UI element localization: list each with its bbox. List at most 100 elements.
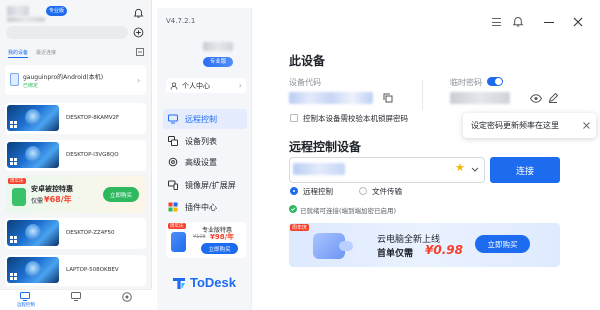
device-thumbnail — [7, 105, 59, 131]
divider — [422, 80, 423, 110]
pro-edition-icon — [171, 232, 186, 252]
nav-device-list[interactable]: 设备列表 — [163, 131, 247, 151]
todesk-logo-text: ToDesk — [190, 275, 236, 290]
phone-account-id-blurred — [7, 17, 45, 22]
device-name: DESKTOP-ZZ4F50 — [66, 230, 115, 236]
nav-mirror-screen-label: 镜像屏/扩展屏 — [185, 180, 236, 190]
banner-buy-button[interactable]: 立即购买 — [475, 235, 530, 253]
file-transfer-radio-label: 文件传输 — [372, 187, 402, 196]
menu-icon[interactable] — [492, 18, 501, 26]
eye-icon[interactable] — [530, 94, 542, 103]
sidebar-promo-tag: 周年庆 — [168, 223, 186, 229]
device-thumbnail — [7, 142, 59, 168]
sidebar-promo-price: ¥98/年 — [210, 233, 235, 241]
chevron-down-icon[interactable] — [471, 167, 479, 173]
phone-search-input[interactable] — [6, 26, 128, 39]
notification-bell-icon[interactable] — [512, 16, 524, 28]
remote-control-radio[interactable] — [290, 187, 298, 195]
device-thumbnail — [7, 257, 59, 283]
phone-tab-my-devices[interactable]: 我的设备 — [8, 49, 28, 56]
star-icon[interactable]: ★ — [455, 161, 465, 174]
device-card[interactable]: DESKTOP-I3VG8QO — [5, 140, 146, 171]
profile-tab-icon[interactable] — [122, 292, 132, 302]
remote-control-radio-label: 远程控制 — [303, 187, 333, 196]
status-ok-icon — [289, 205, 297, 213]
nav-mirror-screen[interactable]: 镜像屏/扩展屏 — [163, 175, 247, 195]
phone-tab-underline — [8, 57, 28, 58]
windows-icon — [10, 121, 17, 128]
connection-status-text: 已就绪可连接(端到端加密已启用) — [300, 207, 397, 215]
remote-control-tab-icon[interactable] — [20, 292, 30, 301]
nav-device-list-label: 设备列表 — [185, 136, 217, 146]
minimize-icon[interactable] — [544, 22, 554, 23]
device-thumbnail — [7, 220, 59, 246]
phone-account-name-blurred — [7, 6, 29, 16]
devices-tab-icon[interactable] — [71, 292, 81, 301]
password-tooltip: 设定密码更新频率在这里 — [463, 113, 596, 138]
android-card-chevron-icon: › — [137, 76, 141, 85]
device-code-label: 设备代码 — [289, 78, 321, 87]
banner-price-prefix: 首单仅需 — [377, 249, 414, 259]
edit-password-icon[interactable] — [548, 93, 558, 103]
remote-control-tab-label[interactable]: 远程控制 — [17, 302, 35, 308]
phone-tab-recent[interactable]: 最近连接 — [36, 49, 56, 56]
nav-plugin-center[interactable]: 插件中心 — [163, 197, 247, 217]
todesk-logo-icon — [173, 278, 185, 289]
phone-promo-price: ¥68/年 — [44, 195, 72, 204]
close-icon[interactable] — [573, 17, 583, 27]
sidebar-promo-old-price: ¥108 — [193, 234, 206, 240]
phone-device-icon — [10, 73, 19, 86]
device-list-icon — [168, 136, 178, 146]
phone-promo-tag: 周年庆 — [8, 178, 26, 184]
tooltip-close-icon[interactable] — [583, 122, 590, 129]
nav-advanced-settings[interactable]: 高级设置 — [163, 152, 247, 172]
account-name-blurred — [203, 42, 233, 51]
phone-promo-buy-button[interactable]: 立即购买 — [103, 187, 139, 202]
device-card[interactable]: DESKTOP-ZZ4F50 — [5, 218, 146, 249]
device-name: DESKTOP-8KAMV2F — [66, 115, 120, 121]
phone-bell-icon[interactable] — [133, 8, 144, 19]
copy-icon[interactable] — [383, 93, 393, 103]
android-device-name: gauguinpro的Android(本机) — [23, 74, 104, 81]
user-icon — [170, 81, 178, 90]
phone-add-icon[interactable] — [133, 27, 144, 38]
phone-filter-icon[interactable] — [135, 47, 145, 57]
phone-promo-card[interactable]: 周年庆 安卓被控特惠 仅需 ¥68/年 立即购买 — [5, 176, 146, 213]
cloud-pc-banner[interactable]: 周年庆 云电脑全新上线 首单仅需 ¥0.98 立即购买 — [289, 223, 560, 267]
remote-code-blurred — [293, 163, 345, 175]
phone-promo-title: 安卓被控特惠 — [31, 185, 73, 193]
phone-android-card[interactable]: gauguinpro的Android(本机) 已绑定 › — [5, 65, 146, 95]
version-label: V4.7.2.1 — [166, 17, 196, 25]
sidebar-promo-card[interactable]: 周年庆 专业版特惠 ¥108 ¥98/年 立即购买 — [166, 222, 246, 258]
temp-password-blurred — [450, 92, 510, 104]
nav-remote-control[interactable]: 远程控制 — [163, 109, 247, 129]
windows-icon — [10, 236, 17, 243]
lock-screen-checkbox-label: 控制本设备需校验本机锁屏密码 — [303, 114, 408, 123]
nav-remote-control-label: 远程控制 — [185, 114, 217, 124]
windows-icon — [10, 158, 17, 165]
sidebar-promo-buy-button[interactable]: 立即购买 — [201, 243, 238, 254]
gamepad-icon — [339, 241, 353, 251]
temp-password-label: 临时密码 — [450, 78, 482, 87]
nav-plugin-center-label: 插件中心 — [185, 202, 217, 212]
this-device-title: 此设备 — [289, 54, 326, 68]
device-code-blurred — [289, 92, 373, 104]
nav-advanced-settings-label: 高级设置 — [185, 157, 217, 167]
phone-panel: 专业版 我的设备 最近连接 gauguinpro的Android(本机) 已绑定… — [0, 0, 152, 310]
temp-password-toggle[interactable] — [487, 77, 503, 86]
personal-center-label: 个人中心 — [182, 81, 210, 90]
device-card[interactable]: DESKTOP-8KAMV2F — [5, 103, 146, 134]
windows-icon — [10, 273, 17, 280]
password-tooltip-text: 设定密码更新频率在这里 — [471, 121, 559, 130]
device-card[interactable]: LAPTOP-508OKBEV — [5, 255, 146, 286]
android-promo-icon — [12, 188, 26, 206]
plugin-center-icon — [168, 202, 178, 212]
file-transfer-radio[interactable] — [359, 187, 367, 195]
settings-gear-icon — [168, 157, 178, 167]
lock-screen-checkbox[interactable] — [290, 114, 298, 122]
device-name: LAPTOP-508OKBEV — [66, 267, 119, 273]
connect-button[interactable]: 连接 — [490, 157, 560, 183]
remote-control-title: 远程控制设备 — [289, 140, 362, 154]
personal-center-button[interactable]: 个人中心 › — [166, 78, 246, 93]
android-device-status: 已绑定 — [23, 83, 39, 89]
